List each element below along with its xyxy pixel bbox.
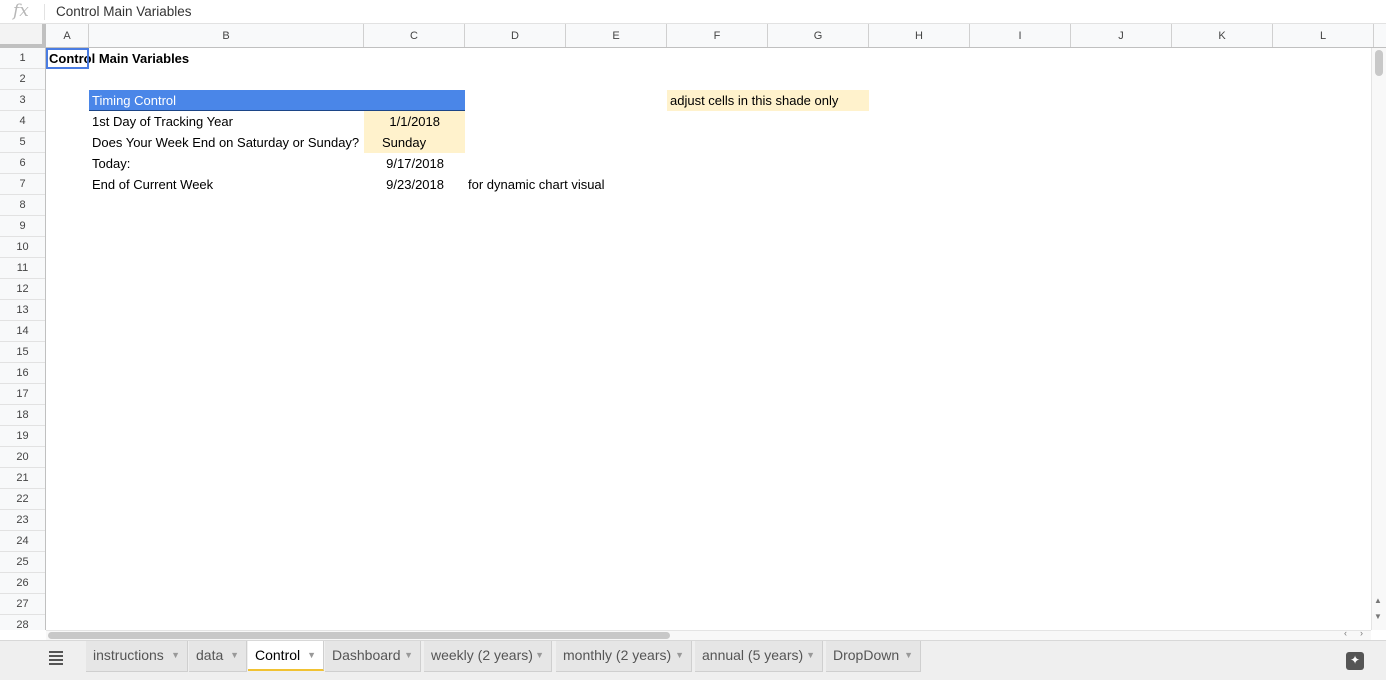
tab-label: Dashboard [332,647,401,663]
row-header[interactable]: 4 [0,111,45,132]
row-header[interactable]: 15 [0,342,45,363]
tab-monthly[interactable]: monthly (2 years) ▼ [556,641,692,672]
select-all-corner[interactable] [0,24,46,48]
cell-a1[interactable]: Control Main Variables [46,48,192,69]
row-header[interactable]: 11 [0,258,45,279]
row-header[interactable]: 24 [0,531,45,552]
scroll-up-icon[interactable]: ▲ [1374,596,1382,605]
cell-b7[interactable]: End of Current Week [89,174,216,195]
cell-c4-input[interactable]: 1/1/2018 [364,111,465,132]
column-header-row: A B C D E F G H I J K L [0,24,1386,48]
vertical-scrollbar[interactable]: ▲ ▼ [1371,48,1386,630]
row-header[interactable]: 7 [0,174,45,195]
horizontal-scrollbar[interactable]: ‹ › [46,628,1371,640]
row-header[interactable]: 21 [0,468,45,489]
row-header[interactable]: 13 [0,300,45,321]
row-header[interactable]: 22 [0,489,45,510]
tab-label: data [196,647,224,663]
chevron-down-icon[interactable]: ▼ [404,641,413,670]
all-sheets-icon[interactable] [49,651,63,667]
column-header-j[interactable]: J [1071,24,1172,47]
row-header[interactable]: 10 [0,237,45,258]
row-header[interactable]: 8 [0,195,45,216]
formula-bar: fx Control Main Variables [0,0,1386,24]
chevron-down-icon[interactable]: ▼ [171,641,180,670]
row-header[interactable]: 14 [0,321,45,342]
row-header[interactable]: 20 [0,447,45,468]
tab-label: weekly (2 years) [431,647,533,663]
row-header[interactable]: 18 [0,405,45,426]
row-header[interactable]: 28 [0,615,45,630]
column-header-i[interactable]: I [970,24,1071,47]
row-header[interactable]: 9 [0,216,45,237]
scroll-left-icon[interactable]: ‹ [1344,628,1347,638]
explore-icon[interactable]: ✦ [1346,652,1364,670]
chevron-down-icon[interactable]: ▼ [307,641,316,670]
cell-c6[interactable]: 9/17/2018 [364,153,465,174]
cell-d7-note[interactable]: for dynamic chart visual [465,174,608,195]
row-header[interactable]: 1 [0,48,45,69]
row-header[interactable]: 5 [0,132,45,153]
row-header[interactable]: 26 [0,573,45,594]
tab-label: instructions [93,647,164,663]
cell-c7[interactable]: 9/23/2018 [364,174,465,195]
chevron-down-icon[interactable]: ▼ [675,641,684,670]
column-header-f[interactable]: F [667,24,768,47]
fx-icon: fx [13,1,29,21]
row-header[interactable]: 16 [0,363,45,384]
cell-b4[interactable]: 1st Day of Tracking Year [89,111,236,132]
tab-label: DropDown [833,647,900,663]
scroll-right-icon[interactable]: › [1360,628,1363,638]
column-header-d[interactable]: D [465,24,566,47]
row-header[interactable]: 12 [0,279,45,300]
row-header[interactable]: 6 [0,153,45,174]
cell-f3-legend[interactable]: adjust cells in this shade only [667,90,869,111]
row-header[interactable]: 23 [0,510,45,531]
tab-dropdown[interactable]: DropDown ▼ [826,641,921,672]
tab-instructions[interactable]: instructions ▼ [86,641,188,672]
cell-b5[interactable]: Does Your Week End on Saturday or Sunday… [89,132,362,153]
chevron-down-icon[interactable]: ▼ [904,641,913,670]
row-header[interactable]: 27 [0,594,45,615]
horizontal-scroll-thumb[interactable] [48,632,670,639]
column-header-a[interactable]: A [46,24,89,47]
cell-grid[interactable]: Control Main Variables Timing Control ad… [46,48,1371,630]
vertical-scroll-thumb[interactable] [1375,50,1383,76]
chevron-down-icon[interactable]: ▼ [535,641,544,670]
column-header-g[interactable]: G [768,24,869,47]
column-header-b[interactable]: B [89,24,364,47]
sheet-tab-bar: instructions ▼ data ▼ Control ▼ Dashboard ▼ … [0,640,1386,680]
chevron-down-icon[interactable]: ▼ [806,641,815,670]
formula-bar-separator [44,4,45,20]
chevron-down-icon[interactable]: ▼ [230,641,239,670]
column-header-e[interactable]: E [566,24,667,47]
tab-data[interactable]: data ▼ [189,641,247,672]
tab-weekly[interactable]: weekly (2 years) ▼ [424,641,552,672]
tab-label: annual (5 years) [702,647,804,663]
column-header-c[interactable]: C [364,24,465,47]
row-header[interactable]: 19 [0,426,45,447]
column-header-h[interactable]: H [869,24,970,47]
scroll-down-icon[interactable]: ▼ [1374,612,1382,621]
tab-control[interactable]: Control ▼ [248,641,324,671]
row-header-column: 1 2 3 4 5 6 7 8 9 10 11 12 13 14 15 16 1… [0,48,46,630]
tab-dashboard[interactable]: Dashboard ▼ [325,641,421,672]
tab-annual[interactable]: annual (5 years) ▼ [695,641,823,672]
tab-label: monthly (2 years) [563,647,672,663]
column-header-l[interactable]: L [1273,24,1374,47]
row-header[interactable]: 25 [0,552,45,573]
row-header[interactable]: 2 [0,69,45,90]
cell-b6[interactable]: Today: [89,153,133,174]
tab-label: Control [255,647,301,663]
formula-input[interactable]: Control Main Variables [56,4,192,19]
cell-b3-timing-control-header[interactable]: Timing Control [89,90,465,111]
row-header[interactable]: 17 [0,384,45,405]
column-header-k[interactable]: K [1172,24,1273,47]
row-header[interactable]: 3 [0,90,45,111]
cell-c5-input[interactable]: Sunday [364,132,465,153]
